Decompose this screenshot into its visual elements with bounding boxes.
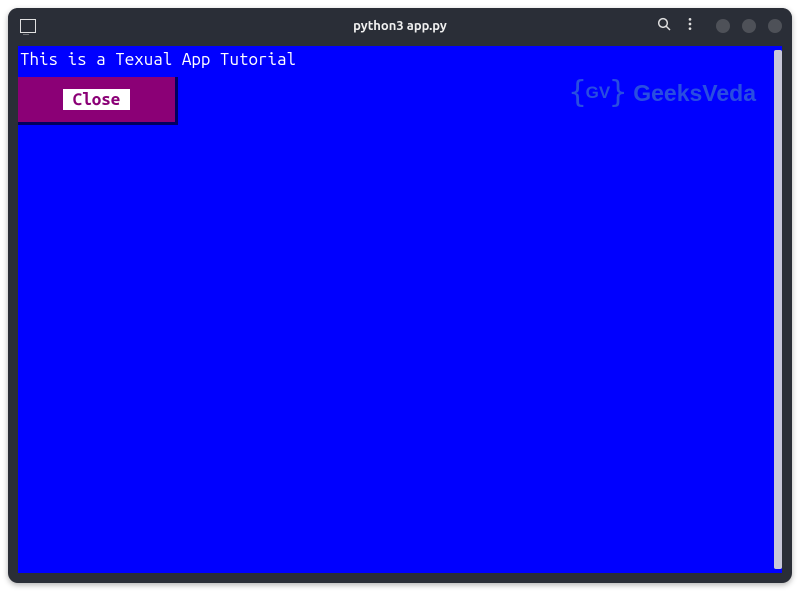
titlebar: python3 app.py: [8, 8, 792, 44]
brace-right-icon: }: [609, 78, 627, 108]
titlebar-left: [8, 19, 36, 33]
terminal-icon[interactable]: [20, 19, 36, 33]
titlebar-right: [656, 16, 782, 36]
watermark-initials: GV: [586, 83, 611, 103]
brace-left-icon: {: [569, 78, 587, 108]
minimize-button[interactable]: [716, 19, 730, 33]
close-window-button[interactable]: [768, 19, 782, 33]
watermark: { GV } GeeksVeda: [569, 78, 756, 108]
search-icon[interactable]: [656, 16, 672, 36]
terminal-window: python3 app.py This: [8, 8, 792, 583]
app-header-text: This is a Texual App Tutorial: [18, 46, 782, 71]
kebab-menu-icon[interactable]: [682, 16, 698, 36]
scrollbar[interactable]: [774, 50, 782, 569]
terminal-body: This is a Texual App Tutorial Close { GV…: [18, 46, 782, 573]
button-container: Close: [18, 77, 178, 125]
watermark-text: GeeksVeda: [633, 80, 756, 107]
window-controls: [716, 19, 782, 33]
maximize-button[interactable]: [742, 19, 756, 33]
close-button[interactable]: Close: [63, 89, 131, 110]
